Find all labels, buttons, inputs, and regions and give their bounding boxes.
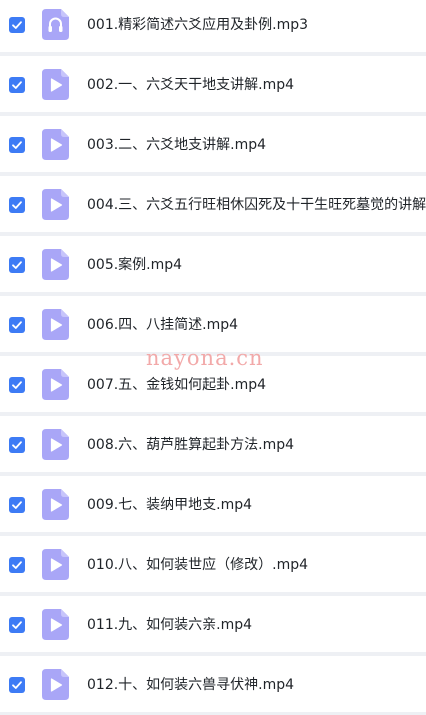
- video-file-icon: [42, 549, 69, 580]
- file-name[interactable]: 005.案例.mp4: [87, 256, 182, 274]
- checkbox-checked-icon[interactable]: [9, 317, 25, 333]
- file-list: 001.精彩简述六爻应用及卦例.mp3 002.一、六爻天干地支讲解.mp4 0…: [0, 0, 426, 715]
- file-name[interactable]: 009.七、装纳甲地支.mp4: [87, 496, 252, 514]
- checkbox-checked-icon[interactable]: [9, 377, 25, 393]
- file-row[interactable]: 010.八、如何装世应（修改）.mp4: [0, 536, 426, 592]
- checkbox-checked-icon[interactable]: [9, 197, 25, 213]
- checkbox-checked-icon[interactable]: [9, 677, 25, 693]
- video-file-icon: [42, 609, 69, 640]
- file-row[interactable]: 012.十、如何装六兽寻伏神.mp4: [0, 656, 426, 712]
- checkbox-checked-icon[interactable]: [9, 257, 25, 273]
- checkbox-checked-icon[interactable]: [9, 617, 25, 633]
- file-name[interactable]: 006.四、八挂简述.mp4: [87, 316, 238, 334]
- file-row[interactable]: 011.九、如何装六亲.mp4: [0, 596, 426, 652]
- file-name[interactable]: 004.三、六爻五行旺相休囚死及十干生旺死墓觉的讲解.: [87, 196, 426, 214]
- file-name[interactable]: 012.十、如何装六兽寻伏神.mp4: [87, 676, 294, 694]
- file-name[interactable]: 003.二、六爻地支讲解.mp4: [87, 136, 266, 154]
- file-name[interactable]: 001.精彩简述六爻应用及卦例.mp3: [87, 16, 308, 34]
- video-file-icon: [42, 429, 69, 460]
- file-row[interactable]: 002.一、六爻天干地支讲解.mp4: [0, 56, 426, 112]
- file-name[interactable]: 010.八、如何装世应（修改）.mp4: [87, 556, 308, 574]
- checkbox-checked-icon[interactable]: [9, 437, 25, 453]
- audio-file-icon: [42, 9, 69, 40]
- file-row[interactable]: 001.精彩简述六爻应用及卦例.mp3: [0, 0, 426, 52]
- file-row[interactable]: 006.四、八挂简述.mp4: [0, 296, 426, 352]
- file-row[interactable]: 008.六、葫芦胜算起卦方法.mp4: [0, 416, 426, 472]
- checkbox-checked-icon[interactable]: [9, 77, 25, 93]
- file-row[interactable]: 005.案例.mp4: [0, 236, 426, 292]
- file-name[interactable]: 008.六、葫芦胜算起卦方法.mp4: [87, 436, 294, 454]
- video-file-icon: [42, 489, 69, 520]
- file-row[interactable]: 003.二、六爻地支讲解.mp4: [0, 116, 426, 172]
- video-file-icon: [42, 369, 69, 400]
- video-file-icon: [42, 69, 69, 100]
- video-file-icon: [42, 129, 69, 160]
- video-file-icon: [42, 669, 69, 700]
- video-file-icon: [42, 249, 69, 280]
- checkbox-checked-icon[interactable]: [9, 17, 25, 33]
- file-name[interactable]: 002.一、六爻天干地支讲解.mp4: [87, 76, 294, 94]
- checkbox-checked-icon[interactable]: [9, 497, 25, 513]
- video-file-icon: [42, 309, 69, 340]
- checkbox-checked-icon[interactable]: [9, 557, 25, 573]
- file-row[interactable]: 007.五、金钱如何起卦.mp4: [0, 356, 426, 412]
- file-row[interactable]: 009.七、装纳甲地支.mp4: [0, 476, 426, 532]
- file-name[interactable]: 011.九、如何装六亲.mp4: [87, 616, 252, 634]
- video-file-icon: [42, 189, 69, 220]
- file-row[interactable]: 004.三、六爻五行旺相休囚死及十干生旺死墓觉的讲解.: [0, 176, 426, 232]
- file-name[interactable]: 007.五、金钱如何起卦.mp4: [87, 376, 266, 394]
- checkbox-checked-icon[interactable]: [9, 137, 25, 153]
